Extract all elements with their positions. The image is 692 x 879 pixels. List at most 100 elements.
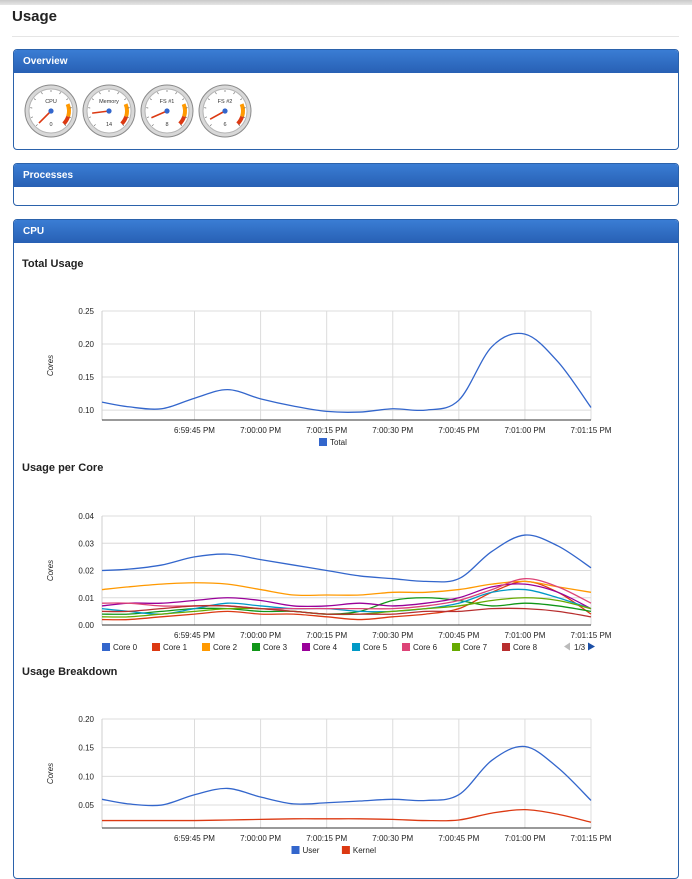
legend-swatch[interactable]	[352, 643, 360, 651]
x-tick-label: 7:01:15 PM	[571, 426, 612, 435]
total-usage-title: Total Usage	[22, 258, 84, 270]
legend-swatch[interactable]	[302, 643, 310, 651]
y-tick-label: 0.20	[78, 340, 94, 349]
y-tick-label: 0.01	[78, 594, 94, 603]
legend-swatch[interactable]	[202, 643, 210, 651]
y-tick-label: 0.05	[78, 801, 94, 810]
page-title: Usage	[12, 8, 57, 25]
legend-swatch[interactable]	[319, 438, 327, 446]
legend-item-user[interactable]: User	[303, 846, 320, 855]
legend-swatch[interactable]	[102, 643, 110, 651]
overview-panel: Overview CPU 0 Memory 14 FS #1 8 FS #2 6	[13, 49, 679, 150]
y-axis-label: Cores	[46, 560, 55, 581]
x-tick-label: 7:00:15 PM	[306, 631, 347, 640]
overview-panel-heading[interactable]: Overview	[14, 50, 678, 73]
y-tick-label: 0.10	[78, 772, 94, 781]
legend-item-core-7[interactable]: Core 7	[463, 643, 488, 652]
usage-per-core-title: Usage per Core	[22, 462, 103, 474]
y-tick-label: 0.00	[78, 621, 94, 630]
y-axis-label: Cores	[46, 355, 55, 376]
legend-swatch[interactable]	[252, 643, 260, 651]
legend-page-indicator: 1/3	[574, 643, 586, 652]
legend-next-icon[interactable]	[588, 643, 595, 651]
legend-prev-icon[interactable]	[564, 643, 570, 651]
cpu-panel: CPU Total Usage 0.25 0.20 0.15 0.10 6:59:45 …	[13, 219, 679, 879]
gauge-hub	[106, 108, 111, 113]
x-tick-label: 6:59:45 PM	[174, 834, 215, 843]
x-tick-label: 7:00:00 PM	[240, 426, 281, 435]
series-line-core-0	[102, 535, 591, 582]
legend-item-core-4[interactable]: Core 4	[313, 643, 338, 652]
gauge-label: FS #1	[160, 99, 175, 105]
y-tick-label: 0.10	[78, 406, 94, 415]
gauge-value: 8	[165, 122, 168, 128]
legend-swatch[interactable]	[292, 846, 300, 854]
x-tick-label: 7:00:00 PM	[240, 834, 281, 843]
gauge-value: 6	[223, 122, 226, 128]
legend-swatch[interactable]	[152, 643, 160, 651]
x-tick-label: 7:00:30 PM	[372, 426, 413, 435]
window-top-edge	[0, 0, 692, 5]
y-tick-label: 0.20	[78, 715, 94, 724]
legend-swatch[interactable]	[402, 643, 410, 651]
legend-swatch[interactable]	[502, 643, 510, 651]
y-tick-label: 0.02	[78, 567, 94, 576]
gauge-warning-band	[126, 104, 127, 116]
usage-per-core-chart: 0.04 0.03 0.02 0.01 0.00 6:59:45 PM 7:00:00 PM…	[13, 505, 667, 660]
gauge-label: CPU	[45, 99, 57, 105]
gauge-hub	[222, 108, 227, 113]
usage-breakdown-title: Usage Breakdown	[22, 666, 117, 678]
x-tick-label: 6:59:45 PM	[174, 631, 215, 640]
x-tick-label: 7:00:30 PM	[372, 631, 413, 640]
series-line-kernel	[102, 810, 591, 823]
x-tick-label: 7:00:45 PM	[438, 631, 479, 640]
usage-breakdown-chart: 0.20 0.15 0.10 0.05 6:59:45 PM 7:00:00 PM 7:00…	[13, 708, 667, 863]
legend-swatch[interactable]	[342, 846, 350, 854]
x-tick-label: 7:00:45 PM	[438, 426, 479, 435]
legend-item-core-1[interactable]: Core 1	[163, 643, 188, 652]
gauge-hub	[164, 108, 169, 113]
legend-item-core-8[interactable]: Core 8	[513, 643, 538, 652]
x-tick-label: 7:01:15 PM	[571, 631, 612, 640]
gauge-label: Memory	[99, 99, 119, 105]
legend-item-core-6[interactable]: Core 6	[413, 643, 438, 652]
y-tick-label: 0.03	[78, 539, 94, 548]
legend-item-core-5[interactable]: Core 5	[363, 643, 388, 652]
series-line-total	[102, 333, 591, 412]
gauge-label: FS #2	[218, 99, 233, 105]
x-tick-label: 7:00:00 PM	[240, 631, 281, 640]
series-line-core-4	[102, 584, 591, 609]
cpu-panel-heading[interactable]: CPU	[14, 220, 678, 243]
x-tick-label: 7:01:15 PM	[571, 834, 612, 843]
x-tick-label: 7:01:00 PM	[504, 426, 545, 435]
legend-item-core-2[interactable]: Core 2	[213, 643, 238, 652]
legend-item-core-0[interactable]: Core 0	[113, 643, 138, 652]
x-tick-label: 7:01:00 PM	[504, 631, 545, 640]
legend-item-total[interactable]: Total	[330, 438, 347, 447]
x-tick-label: 7:00:45 PM	[438, 834, 479, 843]
gauge-fs-2: FS #2 6	[198, 84, 252, 138]
processes-panel: Processes	[13, 163, 679, 206]
legend-item-kernel[interactable]: Kernel	[353, 846, 376, 855]
gauge-warning-band	[184, 104, 185, 116]
gauge-fs-1: FS #1 8	[140, 84, 194, 138]
title-divider	[12, 36, 679, 37]
x-tick-label: 7:00:15 PM	[306, 834, 347, 843]
total-usage-chart: 0.250.200.150.106:59:45 PM7:00:00 PM7:00…	[13, 300, 667, 455]
x-tick-label: 6:59:45 PM	[174, 426, 215, 435]
x-tick-label: 7:00:15 PM	[306, 426, 347, 435]
gauge-warning-band	[242, 104, 243, 116]
y-tick-label: 0.04	[78, 512, 94, 521]
gauge-hub	[48, 108, 53, 113]
y-axis-label: Cores	[46, 763, 55, 784]
processes-panel-heading[interactable]: Processes	[14, 164, 678, 187]
y-tick-label: 0.25	[78, 307, 94, 316]
gauge-value: 0	[49, 122, 52, 128]
gauge-value: 14	[106, 122, 112, 128]
y-tick-label: 0.15	[78, 744, 94, 753]
gauge-warning-band	[68, 104, 69, 116]
x-tick-label: 7:01:00 PM	[504, 834, 545, 843]
legend-item-core-3[interactable]: Core 3	[263, 643, 288, 652]
gauge-cpu: CPU 0	[24, 84, 78, 138]
legend-swatch[interactable]	[452, 643, 460, 651]
